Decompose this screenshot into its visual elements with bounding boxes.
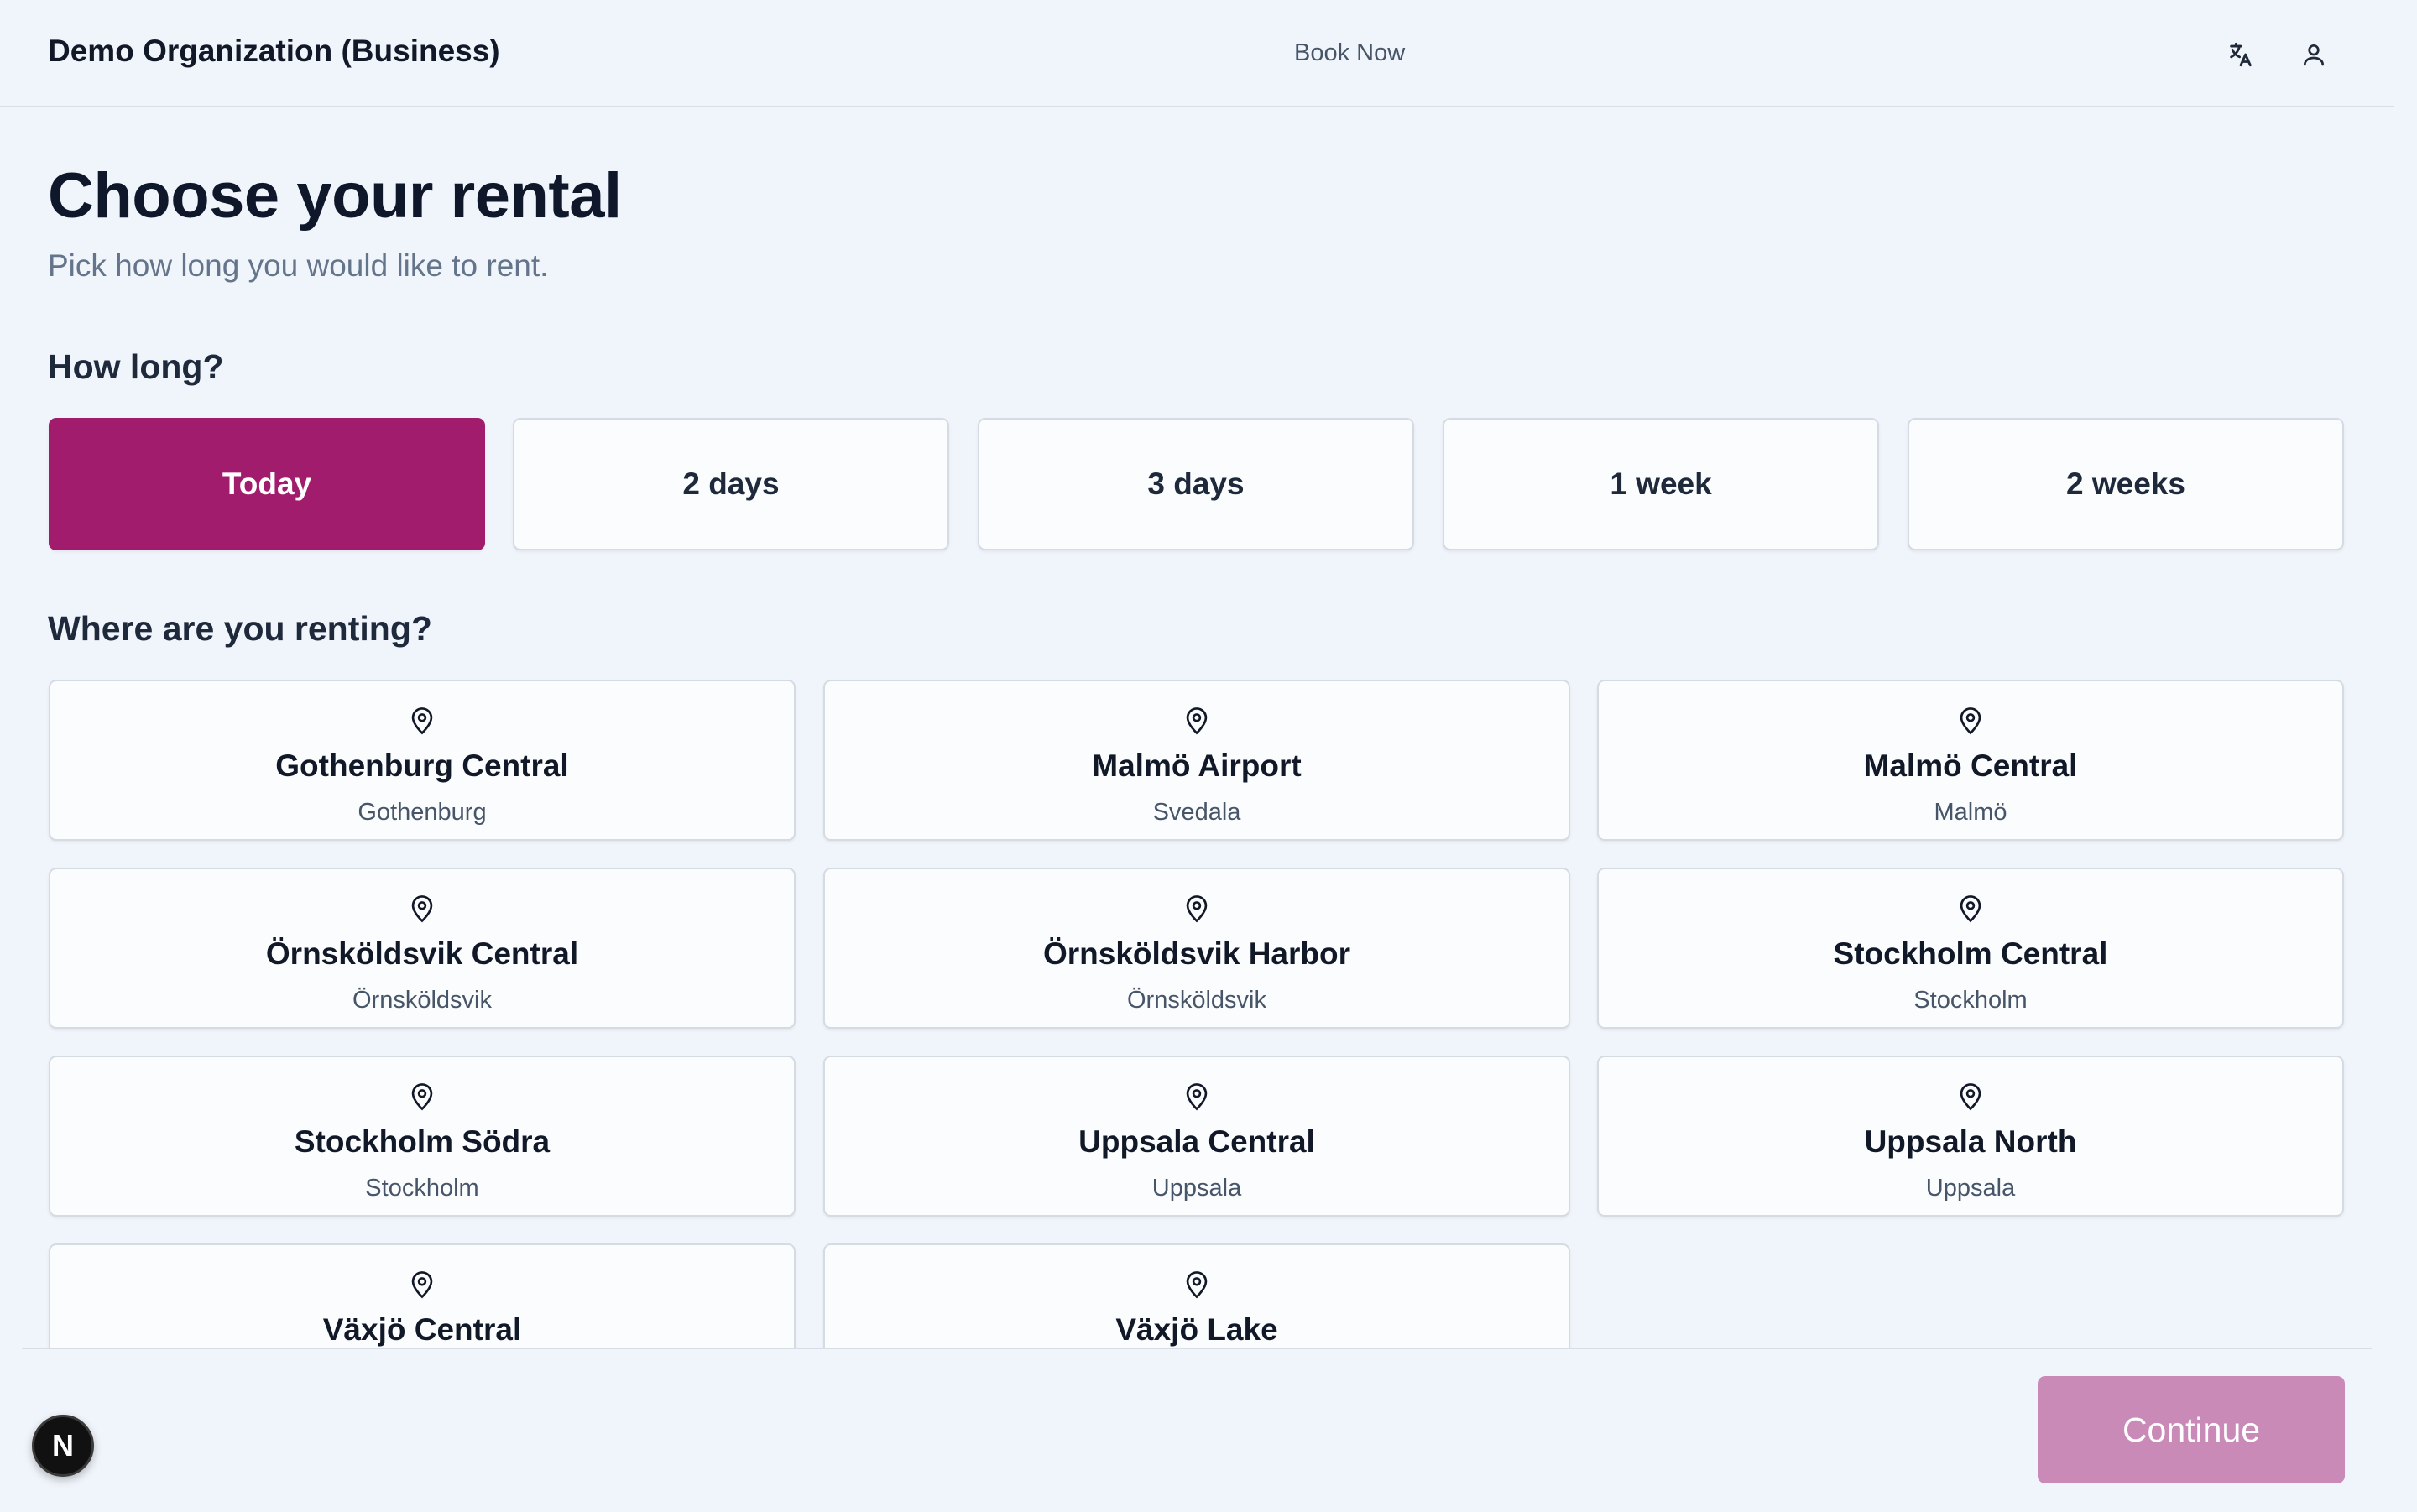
map-pin-icon <box>411 1083 433 1111</box>
translate-icon[interactable] <box>2220 34 2262 76</box>
map-pin-icon <box>1960 895 1981 923</box>
location-name: Växjö Lake <box>1115 1312 1278 1347</box>
location-city: Stockholm <box>1913 987 2028 1014</box>
location-card[interactable]: Örnsköldsvik Central Örnsköldsvik <box>49 868 796 1029</box>
location-section-label: Where are you renting? <box>48 609 432 648</box>
duration-option-today[interactable]: Today <box>49 418 485 550</box>
footer-bar <box>22 1348 2372 1512</box>
location-name: Uppsala North <box>1864 1124 2077 1159</box>
location-card[interactable]: Gothenburg Central Gothenburg <box>49 680 796 841</box>
map-pin-icon <box>1960 707 1981 735</box>
book-now-link[interactable]: Book Now <box>1294 39 1405 67</box>
location-name: Uppsala Central <box>1078 1124 1315 1159</box>
location-grid: Gothenburg Central Gothenburg Malmö Airp… <box>0 671 2417 1348</box>
location-name: Stockholm Södra <box>294 1124 551 1159</box>
location-city: Uppsala <box>1925 1175 2016 1202</box>
location-card[interactable]: Malmö Airport Svedala <box>823 680 1570 841</box>
location-card[interactable]: Örnsköldsvik Harbor Örnsköldsvik <box>823 868 1570 1029</box>
duration-option-label: 2 days <box>682 467 780 501</box>
location-city: Stockholm <box>365 1175 479 1202</box>
map-pin-icon <box>411 1271 433 1299</box>
map-pin-icon <box>1186 895 1208 923</box>
location-card[interactable]: Växjö Lake <box>823 1243 1570 1348</box>
location-city: Gothenburg <box>358 799 487 826</box>
location-name: Malmö Airport <box>1092 748 1302 783</box>
map-pin-icon <box>1186 1083 1208 1111</box>
location-city: Uppsala <box>1151 1175 1242 1202</box>
duration-option-2-weeks[interactable]: 2 weeks <box>1908 418 2344 550</box>
top-header: Demo Organization (Business) Book Now <box>0 0 2394 107</box>
map-pin-icon <box>411 895 433 923</box>
location-card[interactable]: Uppsala North Uppsala <box>1597 1056 2344 1217</box>
location-city: Svedala <box>1152 799 1241 826</box>
location-name: Stockholm Central <box>1833 936 2108 971</box>
duration-option-label: 1 week <box>1610 467 1712 501</box>
organization-name: Demo Organization (Business) <box>48 34 500 68</box>
dev-badge[interactable]: N <box>32 1415 94 1477</box>
page-subtitle: Pick how long you would like to rent. <box>48 248 549 283</box>
page-title: Choose your rental <box>48 160 622 232</box>
location-name: Växjö Central <box>322 1312 522 1347</box>
location-card[interactable]: Stockholm Central Stockholm <box>1597 868 2344 1029</box>
location-name: Örnsköldsvik Harbor <box>1042 936 1350 971</box>
continue-button[interactable]: Continue <box>2038 1376 2345 1483</box>
user-icon[interactable] <box>2293 34 2335 76</box>
location-city: Örnsköldsvik <box>1127 987 1266 1014</box>
map-pin-icon <box>411 707 433 735</box>
duration-option-2-days[interactable]: 2 days <box>513 418 949 550</box>
duration-option-label: 2 weeks <box>2066 467 2185 501</box>
map-pin-icon <box>1186 707 1208 735</box>
duration-option-3-days[interactable]: 3 days <box>978 418 1414 550</box>
location-name: Malmö Central <box>1863 748 2078 783</box>
location-name: Gothenburg Central <box>275 748 569 783</box>
map-pin-icon <box>1960 1083 1981 1111</box>
duration-option-1-week[interactable]: 1 week <box>1443 418 1879 550</box>
location-city: Malmö <box>1934 799 2007 826</box>
location-city: Örnsköldsvik <box>352 987 492 1014</box>
map-pin-icon <box>1186 1271 1208 1299</box>
duration-option-label: 3 days <box>1147 467 1245 501</box>
location-card[interactable]: Uppsala Central Uppsala <box>823 1056 1570 1217</box>
location-card[interactable]: Malmö Central Malmö <box>1597 680 2344 841</box>
duration-section-label: How long? <box>48 347 224 386</box>
location-card[interactable]: Växjö Central <box>49 1243 796 1348</box>
location-name: Örnsköldsvik Central <box>265 936 579 971</box>
rental-page: Demo Organization (Business) Book Now Ch… <box>0 0 2417 1512</box>
duration-option-label: Today <box>222 467 312 501</box>
location-card[interactable]: Stockholm Södra Stockholm <box>49 1056 796 1217</box>
